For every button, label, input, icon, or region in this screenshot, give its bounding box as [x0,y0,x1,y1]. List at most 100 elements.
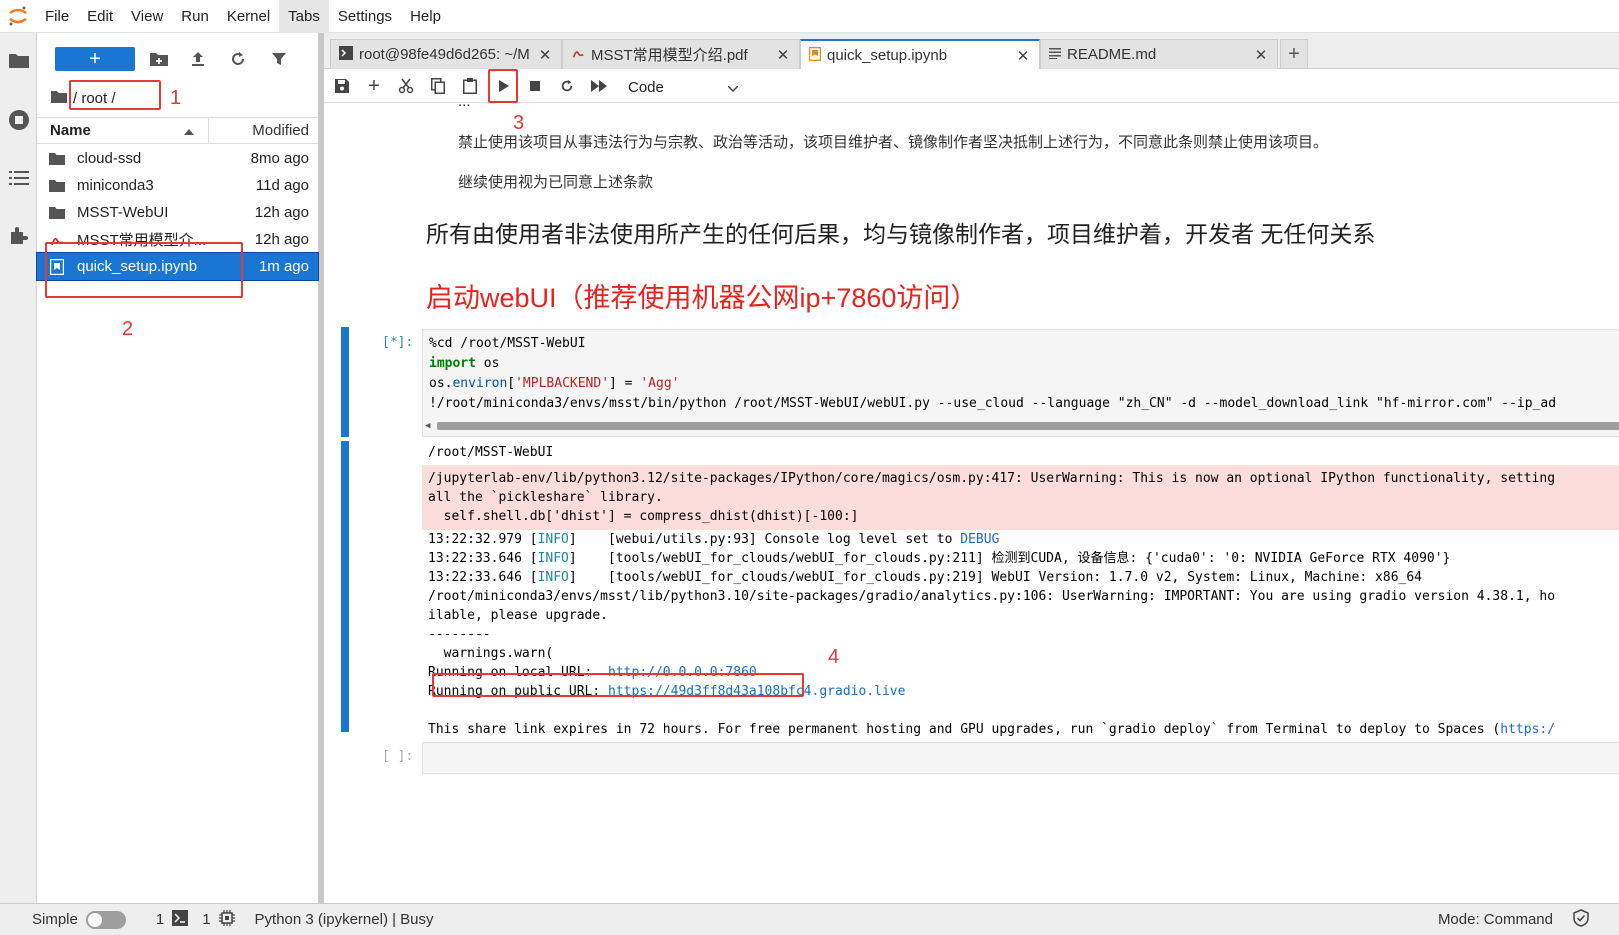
code-keyword: import [429,356,476,371]
cell-selection-bar [341,327,349,437]
column-modified[interactable]: Modified [209,122,318,139]
close-icon[interactable]: ✕ [537,46,553,64]
file-row-miniconda3[interactable]: miniconda3 11d ago [37,172,318,199]
notebook-toolbar: + Code [324,69,1619,103]
terminal-count[interactable]: 1 [156,911,164,928]
code-line: %cd /root/MSST-WebUI [429,336,586,351]
cell-prompt: [ ]: [382,749,414,764]
cell-type-select[interactable]: Code [628,75,739,99]
output-line: 13:22:32.979 [INFO] [webui/utils.py:93] … [428,530,1619,549]
menu-bar: File Edit View Run Kernel Tabs Settings … [0,0,1619,33]
restart-run-all-icon[interactable] [587,74,611,98]
breadcrumb-path[interactable]: / root / [73,90,116,107]
output-line: Running on local URL: http://0.0.0.0:786… [428,663,1619,682]
mode-indicator: Mode: Command [1437,911,1553,928]
log-level-value: DEBUG [960,532,1000,547]
tab-pdf[interactable]: MSST常用模型介绍.pdf ✕ [562,39,800,69]
insert-cell-icon[interactable]: + [362,74,386,98]
copy-icon[interactable] [426,74,450,98]
share-link[interactable]: https:/ [1500,722,1555,737]
extension-icon[interactable] [6,223,32,249]
kernel-icon [218,909,235,930]
menu-run[interactable]: Run [172,0,218,33]
code-string: 'Agg' [640,376,680,391]
running-icon[interactable] [6,107,32,133]
folder-icon[interactable] [51,90,67,107]
close-icon[interactable]: ✕ [1015,47,1031,65]
file-list-header: Name Modified [37,117,318,144]
run-cell-icon[interactable] [492,74,516,98]
close-icon[interactable]: ✕ [1253,46,1269,64]
restart-kernel-icon[interactable] [555,74,579,98]
tab-terminal[interactable]: root@98fe49d6d265: ~/M ✕ [330,39,562,69]
cell-output: /root/MSST-WebUI /jupyterlab-env/lib/pyt… [422,441,1619,739]
menu-tabs[interactable]: Tabs [279,0,329,33]
simple-mode-toggle[interactable] [85,910,126,929]
menu-view[interactable]: View [122,0,172,33]
file-row-quick-setup[interactable]: quick_setup.ipynb 1m ago [36,252,319,281]
output-line: Running on public URL: https://49d3ff8d4… [428,682,1619,701]
log-level: INFO [537,532,569,547]
document-tab-bar: root@98fe49d6d265: ~/M ✕ MSST常用模型介绍.pdf … [324,33,1619,70]
menu-help[interactable]: Help [401,0,450,33]
save-icon[interactable] [330,74,354,98]
file-modified: 8mo ago [250,150,309,167]
code-token: [ [507,376,516,391]
tab-readme[interactable]: README.md ✕ [1040,39,1278,69]
refresh-icon[interactable] [225,47,251,71]
code-editor[interactable]: %cd /root/MSST-WebUI import os os.enviro… [422,329,1619,437]
horizontal-scrollbar[interactable]: ◀ [425,420,1619,432]
code-token: os [475,356,500,371]
code-line: !/root/miniconda3/envs/msst/bin/python /… [429,396,1557,411]
stdout-output: 13:22:32.979 [INFO] [webui/utils.py:93] … [422,530,1619,739]
filter-icon[interactable] [266,47,292,71]
file-modified: 1m ago [258,258,309,275]
folder-icon[interactable] [6,47,32,73]
tab-label: quick_setup.ipynb [827,47,948,64]
output-line: /jupyterlab-env/lib/python3.12/site-pack… [428,471,1556,486]
log-time: 13:22:33.646 [ [428,551,538,566]
empty-code-editor[interactable] [422,742,1619,774]
file-name: cloud-ssd [77,150,142,167]
scrollbar-thumb[interactable] [437,422,1619,430]
file-row-pdf[interactable]: MSST常用模型介... 12h ago [37,226,318,253]
add-tab-button[interactable]: + [1280,39,1308,69]
file-row-msst-webui[interactable]: MSST-WebUI 12h ago [37,199,318,226]
local-url-link[interactable]: http://0.0.0.0:7860 [608,665,757,680]
interrupt-kernel-icon[interactable] [523,74,547,98]
new-launcher-button[interactable]: + [55,47,135,71]
kernel-count[interactable]: 1 [202,911,210,928]
kernel-status[interactable]: Python 3 (ipykernel) | Busy [255,911,434,928]
tab-label: MSST常用模型介绍.pdf [591,47,748,64]
file-browser: + / root / Name Modified cloud-ssd 8mo a… [36,33,324,903]
log-message: ] [tools/webUI_for_clouds/webUI_for_clou… [568,570,1422,585]
menu-settings[interactable]: Settings [329,0,401,33]
file-name: quick_setup.ipynb [77,258,198,275]
log-level: INFO [537,570,569,585]
tab-label: README.md [1067,46,1157,63]
table-of-contents-icon[interactable] [6,165,32,191]
public-url-label: Running on public URL: [428,684,609,699]
log-message: ] [tools/webUI_for_clouds/webUI_for_clou… [568,551,1451,566]
public-url-link[interactable]: https://49d3ff8d43a108bfc4.gradio.live [608,684,905,699]
new-folder-icon[interactable] [146,47,172,71]
upload-icon[interactable] [185,47,211,71]
close-icon[interactable]: ✕ [775,46,791,64]
cut-icon[interactable] [394,74,418,98]
output-selection-bar [341,441,349,732]
menu-kernel[interactable]: Kernel [218,0,279,33]
output-line: This share link expires in 72 hours. For… [428,720,1619,739]
menu-edit[interactable]: Edit [78,0,122,33]
scroll-left-icon[interactable]: ◀ [425,421,437,431]
file-browser-toolbar: + [37,33,318,83]
column-name[interactable]: Name [37,118,209,143]
code-token: environ [452,376,508,391]
paste-icon[interactable] [458,74,482,98]
file-row-cloud-ssd[interactable]: cloud-ssd 8mo ago [37,145,318,172]
shield-check-icon[interactable] [1573,908,1589,931]
status-bar: Simple 1 1 Python 3 (ipykernel) | Busy M… [0,903,1619,935]
file-name: MSST-WebUI [77,204,169,221]
menu-file[interactable]: File [36,0,78,33]
code-string: 'MPLBACKEND' [515,376,610,391]
tab-quick-setup[interactable]: quick_setup.ipynb ✕ [800,39,1040,70]
